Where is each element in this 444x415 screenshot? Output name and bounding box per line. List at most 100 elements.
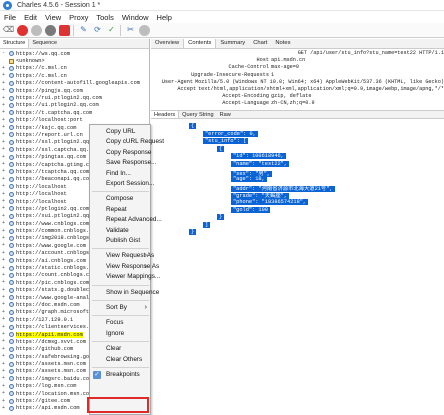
expand-icon[interactable]: + xyxy=(2,117,7,123)
menu-item-copy-url[interactable]: Copy URL xyxy=(90,127,151,137)
expand-icon[interactable]: + xyxy=(2,391,7,396)
tab-structure[interactable]: Structure xyxy=(0,39,30,48)
tree-row[interactable]: + https://content-autofill.googleapis.com xyxy=(0,80,149,87)
menu-help[interactable]: Help xyxy=(153,13,176,22)
tab-chart[interactable]: Chart xyxy=(249,39,271,48)
expand-icon[interactable]: + xyxy=(2,88,7,93)
menu-window[interactable]: Window xyxy=(118,13,153,22)
menu-item-export-session[interactable]: Export Session... xyxy=(90,179,154,189)
menu-item-ignore[interactable]: Ignore xyxy=(90,329,151,339)
expand-icon[interactable]: + xyxy=(2,199,7,204)
menu-item-show-in-sequence[interactable]: Show in Sequence xyxy=(90,288,159,298)
expand-icon[interactable]: + xyxy=(2,354,7,359)
tab-headers[interactable]: Headers xyxy=(151,111,180,118)
menu-item-validate[interactable]: Validate xyxy=(90,226,151,236)
expand-icon[interactable]: + xyxy=(2,162,7,167)
menu-item-find-in[interactable]: Find In... xyxy=(90,169,151,179)
tab-query-string[interactable]: Query String xyxy=(179,111,216,118)
response-json[interactable]: {"error_code": 0, "stu_info": [{"id": 100… xyxy=(151,120,444,250)
expand-icon[interactable]: + xyxy=(2,147,7,152)
expand-icon[interactable]: + xyxy=(2,302,7,307)
expand-icon[interactable]: + xyxy=(2,258,7,263)
menu-item-publish-gist[interactable]: Publish Gist xyxy=(90,236,151,246)
expand-icon[interactable]: + xyxy=(2,361,7,367)
menu-item-breakpoints[interactable]: ✓ Breakpoints xyxy=(90,370,151,380)
menu-item-repeat[interactable]: Repeat xyxy=(90,205,151,215)
tab-sequence[interactable]: Sequence xyxy=(29,39,60,48)
breakpoint-icon[interactable] xyxy=(59,24,70,36)
expand-icon[interactable]: + xyxy=(2,206,7,211)
tab-overview[interactable]: Overview xyxy=(151,39,183,48)
tree-row[interactable]: + https://t.captcha.qq.com xyxy=(0,109,149,116)
expand-icon[interactable]: + xyxy=(2,95,7,101)
tree-row[interactable]: - https://ws.qq.com xyxy=(0,50,149,57)
throttle-icon[interactable] xyxy=(31,24,42,36)
expand-icon[interactable]: + xyxy=(2,383,7,389)
menu-proxy[interactable]: Proxy xyxy=(65,13,92,22)
tools-icon[interactable]: ✂ xyxy=(125,25,136,36)
checkmark-icon[interactable]: ✓ xyxy=(106,25,117,36)
expand-icon[interactable]: + xyxy=(2,169,7,174)
expand-icon[interactable]: + xyxy=(2,398,7,404)
menu-edit[interactable]: Edit xyxy=(20,13,41,22)
expand-icon[interactable]: + xyxy=(2,102,7,108)
expand-icon[interactable]: + xyxy=(2,272,7,278)
expand-icon[interactable]: + xyxy=(2,295,7,300)
menu-item-repeat-advanced[interactable]: Repeat Advanced... xyxy=(90,215,162,225)
refresh-icon[interactable]: ⟳ xyxy=(92,25,103,36)
menu-item-clear[interactable]: Clear xyxy=(90,344,151,354)
expand-icon[interactable]: + xyxy=(2,132,7,137)
tree-row[interactable]: + https://rui.ptlogin2.qq.com xyxy=(0,94,149,101)
menu-item-copy-response[interactable]: Copy Response xyxy=(90,148,151,158)
expand-icon[interactable]: + xyxy=(2,184,7,189)
expand-icon[interactable]: + xyxy=(2,110,7,115)
menu-item-view-response-as[interactable]: View Response As xyxy=(90,262,159,272)
broom-icon[interactable]: ⌫ xyxy=(3,25,14,36)
menu-item-focus[interactable]: Focus xyxy=(90,318,151,328)
stop-icon[interactable] xyxy=(45,24,56,36)
pen-icon[interactable]: ✎ xyxy=(78,25,89,36)
expand-icon[interactable]: + xyxy=(2,376,7,381)
settings-icon[interactable] xyxy=(139,24,150,36)
menu-item-view-request-as[interactable]: View Request As xyxy=(90,251,154,261)
menu-item-compose[interactable]: Compose xyxy=(90,194,151,204)
menu-item-sort-by[interactable]: Sort By xyxy=(90,303,151,313)
expand-icon[interactable]: + xyxy=(2,324,7,330)
collapse-icon[interactable]: - xyxy=(2,51,7,56)
expand-icon[interactable]: + xyxy=(2,332,7,337)
expand-icon[interactable]: + xyxy=(2,73,7,78)
menu-item-copy-curl-request[interactable]: Copy cURL Request xyxy=(90,137,164,147)
tab-summary[interactable]: Summary xyxy=(216,39,249,48)
expand-icon[interactable]: + xyxy=(2,346,7,352)
tab-contents[interactable]: Contents xyxy=(183,39,217,48)
expand-icon[interactable]: + xyxy=(2,154,7,160)
tab-raw[interactable]: Raw xyxy=(217,111,234,118)
menu-file[interactable]: File xyxy=(0,13,20,22)
expand-icon[interactable]: + xyxy=(2,317,7,322)
record-icon[interactable] xyxy=(17,24,28,36)
expand-icon[interactable]: + xyxy=(2,243,7,248)
expand-icon[interactable]: + xyxy=(2,125,7,130)
expand-icon[interactable]: + xyxy=(2,221,7,226)
menu-item-save-response[interactable]: Save Response... xyxy=(90,158,156,168)
expand-icon[interactable]: + xyxy=(2,176,7,182)
expand-icon[interactable]: + xyxy=(2,250,7,256)
tree-row[interactable]: + https://pingjs.qq.com xyxy=(0,87,149,94)
tree-row[interactable]: + https://c.msl.cn xyxy=(0,72,149,79)
menu-item-viewer-mappings[interactable]: Viewer Mappings... xyxy=(90,272,160,282)
tree-row[interactable]: <unknown> xyxy=(0,57,149,64)
expand-icon[interactable]: + xyxy=(2,235,7,241)
menu-tools[interactable]: Tools xyxy=(92,13,118,22)
tab-notes[interactable]: Notes xyxy=(271,39,294,48)
expand-icon[interactable]: + xyxy=(2,265,7,271)
expand-icon[interactable]: + xyxy=(2,368,7,374)
tree-row[interactable]: + https://ui.ptlogin2.qq.com xyxy=(0,102,149,109)
expand-icon[interactable]: + xyxy=(2,228,7,234)
expand-icon[interactable]: + xyxy=(2,65,7,71)
expand-icon[interactable]: + xyxy=(2,213,7,219)
expand-icon[interactable]: + xyxy=(2,80,7,86)
menu-view[interactable]: View xyxy=(41,13,65,22)
tree-row[interactable]: + https://c.msl.cn xyxy=(0,65,149,72)
expand-icon[interactable]: + xyxy=(2,139,7,145)
menu-item-clear-others[interactable]: Clear Others xyxy=(90,355,151,365)
